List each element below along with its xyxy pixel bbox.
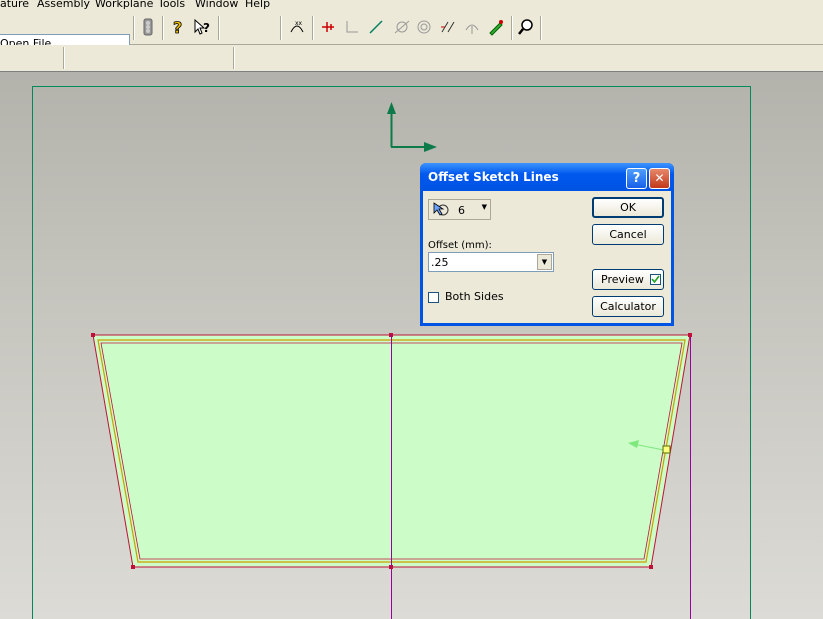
selector-value: 6 <box>458 204 465 217</box>
sketch-canvas[interactable] <box>0 72 823 619</box>
chevron-down-icon[interactable]: ▼ <box>537 254 552 270</box>
vertex-bottom-right <box>649 565 653 569</box>
menu-assembly[interactable]: Assembly <box>37 0 90 9</box>
menu-workplane[interactable]: Workplane <box>95 0 153 9</box>
standard-toolbar: Open File ? ? xx <box>0 14 823 52</box>
concentric-circle-icon[interactable] <box>414 18 434 40</box>
chevron-down-icon[interactable]: ▼ <box>482 203 487 211</box>
whats-this-help-icon[interactable]: ? <box>192 18 212 40</box>
offset-pencil-icon[interactable] <box>486 18 506 40</box>
mirror-arc-icon[interactable] <box>462 18 482 40</box>
help-question-icon[interactable]: ? <box>168 18 188 40</box>
x-axis-arrow <box>424 142 437 152</box>
menu-window[interactable]: Window <box>195 0 238 9</box>
offset-input[interactable]: .25 ▼ <box>428 252 554 272</box>
y-axis-arrow <box>387 102 396 114</box>
svg-text:?: ? <box>203 21 210 35</box>
sketch-dimension-icon[interactable]: xx <box>287 18 307 40</box>
vertex-top-right <box>688 333 692 337</box>
dialog-body: 6 ▼ Offset (mm): .25 ▼ Both Sides OK Can… <box>423 191 671 323</box>
zoom-search-icon[interactable] <box>516 18 536 40</box>
cancel-button[interactable]: Cancel <box>592 224 664 245</box>
preview-checkbox[interactable] <box>650 274 661 285</box>
menu-tools[interactable]: Tools <box>158 0 185 9</box>
tangent-circle-icon[interactable] <box>392 18 412 40</box>
line-icon[interactable] <box>366 18 386 40</box>
sketch-drawing <box>32 86 751 619</box>
menu-bar: ature Assembly Workplane Tools Window He… <box>0 0 823 14</box>
svg-text:?: ? <box>173 18 182 36</box>
toolbar-separator <box>133 16 135 40</box>
vertex-top-left <box>91 333 95 337</box>
parallel-lines-icon[interactable] <box>438 18 458 40</box>
toolbar-separator <box>218 16 220 40</box>
perpendicular-icon[interactable] <box>342 18 362 40</box>
toolbar-separator <box>540 16 542 40</box>
ok-button[interactable]: OK <box>592 197 664 218</box>
secondary-toolbar: ▼ <box>0 45 823 112</box>
preview-button[interactable]: Preview <box>592 269 664 290</box>
both-sides-checkbox[interactable] <box>428 292 439 303</box>
geometry-select-combo[interactable]: 6 ▼ <box>428 199 491 220</box>
dialog-close-button[interactable]: ✕ <box>649 168 670 189</box>
toolbar-separator <box>511 16 513 40</box>
dialog-help-button[interactable]: ? <box>626 168 647 189</box>
svg-text:xx: xx <box>295 20 303 27</box>
offset-value: .25 <box>431 256 449 269</box>
offset-label: Offset (mm): <box>428 240 492 251</box>
select-geometry-icon <box>432 201 452 221</box>
toolbar-separator <box>312 16 314 40</box>
constraint-icon[interactable] <box>318 18 338 40</box>
toolbar-separator <box>280 16 282 40</box>
calculator-button[interactable]: Calculator <box>592 296 664 317</box>
menu-help[interactable]: Help <box>245 0 270 9</box>
toolbar-separator <box>63 47 65 69</box>
offset-sketch-lines-dialog: Offset Sketch Lines ? ✕ 6 ▼ Offset (mm):… <box>420 163 674 326</box>
offset-handle <box>662 445 671 454</box>
both-sides-label: Both Sides <box>445 290 504 303</box>
menu-feature[interactable]: ature <box>0 0 29 9</box>
dialog-title: Offset Sketch Lines <box>428 170 559 184</box>
traffic-light-icon[interactable] <box>138 18 158 40</box>
preview-label: Preview <box>601 273 644 286</box>
toolbar-separator <box>162 16 164 40</box>
dialog-title-bar[interactable]: Offset Sketch Lines ? ✕ <box>420 163 674 191</box>
check-icon <box>651 275 660 284</box>
vertex-bottom-left <box>131 565 135 569</box>
toolbar-separator <box>233 47 235 69</box>
